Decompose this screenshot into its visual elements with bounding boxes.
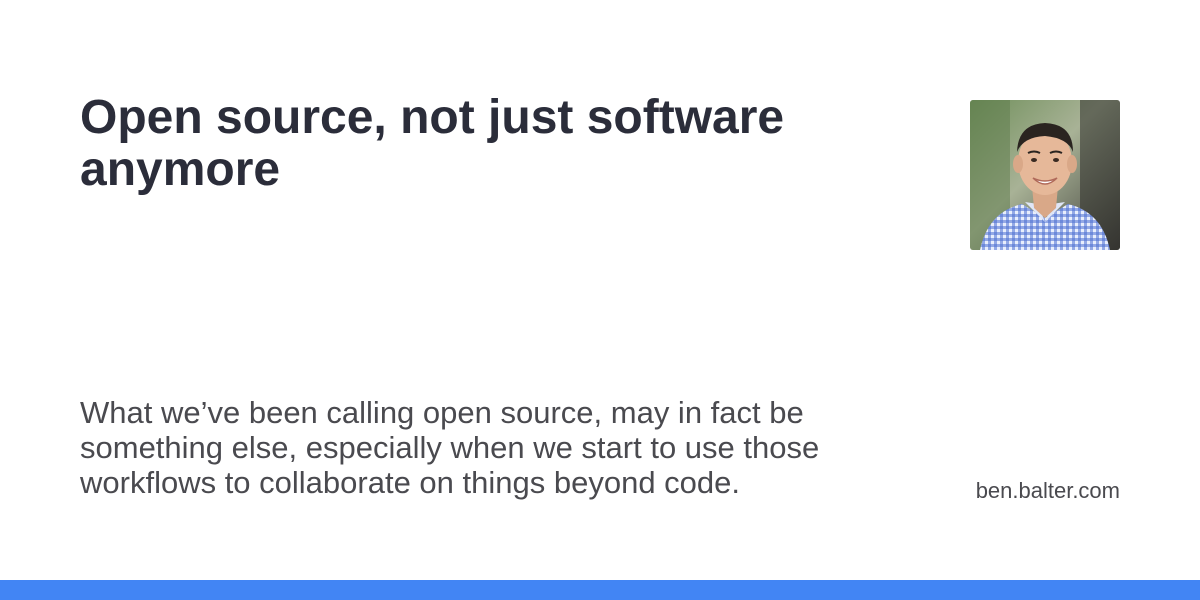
social-card: Open source, not just software anymore W… [0, 0, 1200, 600]
accent-bar [0, 580, 1200, 600]
description-text: What we’ve been calling open source, may… [80, 395, 820, 500]
site-domain: ben.balter.com [975, 478, 1120, 503]
page-title: Open source, not just software anymore [80, 91, 785, 196]
person-photo-icon [970, 100, 1120, 250]
avatar [970, 100, 1120, 250]
